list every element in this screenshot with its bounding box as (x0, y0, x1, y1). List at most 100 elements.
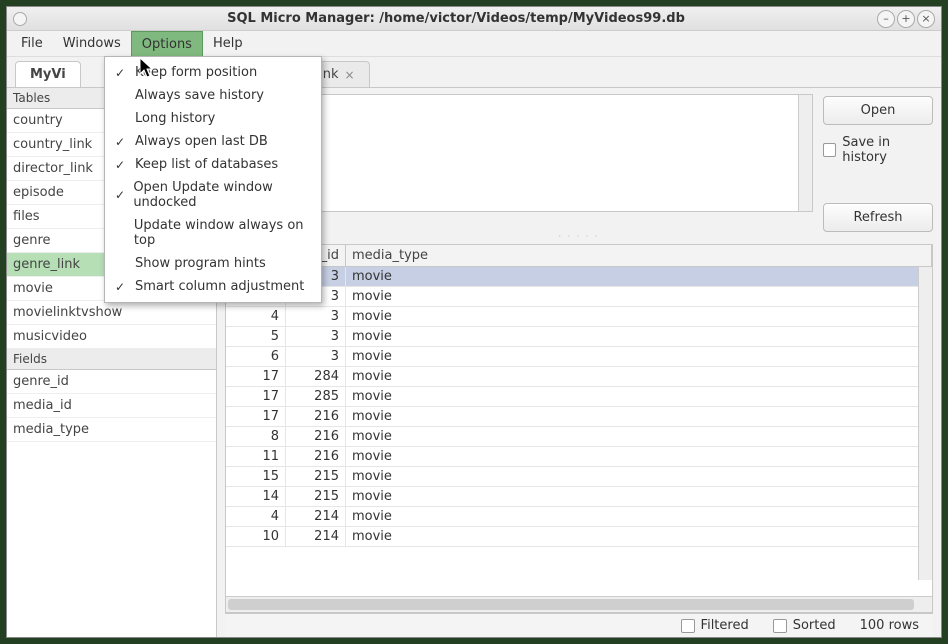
table-row[interactable]: 14215movie (226, 487, 932, 507)
cell-media-id[interactable]: 216 (286, 427, 346, 446)
maximize-button[interactable]: + (897, 10, 915, 28)
options-menu-label: Always save history (135, 88, 264, 103)
cell-media-type[interactable]: movie (346, 487, 932, 506)
cell-media-id[interactable]: 3 (286, 307, 346, 326)
table-row[interactable]: 10214movie (226, 527, 932, 547)
right-pane: * nre_link 00; Open Save in history Refr… (217, 88, 941, 637)
titlebar: SQL Micro Manager: /home/victor/Videos/t… (7, 7, 941, 31)
options-menu-item[interactable]: ✓Open Update window undocked (105, 176, 321, 214)
options-menu-item[interactable]: ✓Smart column adjustment (105, 275, 321, 298)
filtered-row[interactable]: Filtered (681, 618, 749, 633)
cell-media-id[interactable]: 215 (286, 487, 346, 506)
sorted-row[interactable]: Sorted (773, 618, 836, 633)
cell-media-type[interactable]: movie (346, 287, 932, 306)
cell-media-id[interactable]: 214 (286, 527, 346, 546)
window-menu-icon[interactable] (13, 12, 27, 26)
col-header-type[interactable]: media_type (346, 245, 932, 266)
field-item[interactable]: genre_id (7, 370, 216, 394)
options-menu-item[interactable]: ✓Keep form position (105, 61, 321, 84)
menu-help[interactable]: Help (203, 31, 253, 56)
cell-media-type[interactable]: movie (346, 347, 932, 366)
cell-genre-id[interactable]: 10 (226, 527, 286, 546)
cell-media-id[interactable]: 216 (286, 447, 346, 466)
cell-genre-id[interactable]: 14 (226, 487, 286, 506)
refresh-button[interactable]: Refresh (823, 203, 933, 232)
cell-media-type[interactable]: movie (346, 527, 932, 546)
options-menu-item[interactable]: Always save history (105, 84, 321, 107)
cell-genre-id[interactable]: 15 (226, 467, 286, 486)
table-row[interactable]: 15215movie (226, 467, 932, 487)
cell-media-type[interactable]: movie (346, 447, 932, 466)
sorted-checkbox[interactable] (773, 619, 787, 633)
cell-genre-id[interactable]: 17 (226, 407, 286, 426)
field-item[interactable]: media_type (7, 418, 216, 442)
table-row[interactable]: 53movie (226, 327, 932, 347)
cell-genre-id[interactable]: 4 (226, 507, 286, 526)
table-row[interactable]: 8216movie (226, 427, 932, 447)
cell-media-type[interactable]: movie (346, 367, 932, 386)
sql-scrollbar[interactable] (798, 95, 812, 211)
cell-genre-id[interactable]: 17 (226, 367, 286, 386)
grid-hscrollbar[interactable] (226, 596, 932, 612)
cell-media-id[interactable]: 285 (286, 387, 346, 406)
save-in-history-row[interactable]: Save in history (823, 135, 933, 165)
menubar: File Windows Options Help (7, 31, 941, 57)
sorted-label: Sorted (793, 618, 836, 633)
table-item[interactable]: movielinktvshow (7, 301, 216, 325)
menu-file[interactable]: File (11, 31, 53, 56)
table-row[interactable]: 63movie (226, 347, 932, 367)
check-icon: ✓ (115, 158, 127, 172)
options-menu-item[interactable]: Show program hints (105, 252, 321, 275)
filtered-checkbox[interactable] (681, 619, 695, 633)
options-menu-item[interactable]: Update window always on top (105, 214, 321, 252)
menu-windows[interactable]: Windows (53, 31, 131, 56)
cell-genre-id[interactable]: 17 (226, 387, 286, 406)
cell-genre-id[interactable]: 6 (226, 347, 286, 366)
close-button[interactable]: × (917, 10, 935, 28)
table-row[interactable]: 17216movie (226, 407, 932, 427)
table-row[interactable]: 43movie (226, 307, 932, 327)
cell-genre-id[interactable]: 8 (226, 427, 286, 446)
cell-media-type[interactable]: movie (346, 387, 932, 406)
options-menu-item[interactable]: Long history (105, 107, 321, 130)
cell-media-id[interactable]: 3 (286, 327, 346, 346)
tab-primary[interactable]: MyVi (15, 61, 81, 87)
field-item[interactable]: media_id (7, 394, 216, 418)
cell-media-type[interactable]: movie (346, 467, 932, 486)
splitter-grip[interactable]: · · · · · (225, 232, 933, 240)
table-row[interactable]: 4214movie (226, 507, 932, 527)
table-row[interactable]: 11216movie (226, 447, 932, 467)
grid-vscrollbar[interactable] (918, 267, 932, 580)
table-item[interactable]: musicvideo (7, 325, 216, 349)
cell-media-id[interactable]: 284 (286, 367, 346, 386)
table-row[interactable]: 17284movie (226, 367, 932, 387)
cell-genre-id[interactable]: 5 (226, 327, 286, 346)
options-menu-item[interactable]: ✓Always open last DB (105, 130, 321, 153)
minimize-button[interactable]: – (877, 10, 895, 28)
cell-media-type[interactable]: movie (346, 327, 932, 346)
cell-media-type[interactable]: movie (346, 427, 932, 446)
cell-genre-id[interactable]: 4 (226, 307, 286, 326)
menu-options[interactable]: Options (131, 31, 203, 56)
options-menu-item[interactable]: ✓Keep list of databases (105, 153, 321, 176)
cell-media-id[interactable]: 215 (286, 467, 346, 486)
cell-media-id[interactable]: 3 (286, 347, 346, 366)
table-row[interactable]: 17285movie (226, 387, 932, 407)
options-menu-label: Open Update window undocked (133, 180, 311, 210)
cell-media-id[interactable]: 214 (286, 507, 346, 526)
cell-media-type[interactable]: movie (346, 267, 932, 286)
table-row[interactable]: 33movie (226, 267, 932, 287)
fields-list[interactable]: genre_idmedia_idmedia_type (7, 370, 216, 637)
open-button[interactable]: Open (823, 96, 933, 125)
cell-media-type[interactable]: movie (346, 507, 932, 526)
grid-body[interactable]: 33movie33movie43movie53movie63movie17284… (226, 267, 932, 596)
cell-media-type[interactable]: movie (346, 307, 932, 326)
cell-media-id[interactable]: 216 (286, 407, 346, 426)
close-tab-icon[interactable]: × (345, 68, 355, 82)
cell-genre-id[interactable]: 11 (226, 447, 286, 466)
window-controls: – + × (877, 10, 935, 28)
cell-media-type[interactable]: movie (346, 407, 932, 426)
save-in-history-checkbox[interactable] (823, 143, 836, 157)
table-row[interactable]: 33movie (226, 287, 932, 307)
options-dropdown[interactable]: ✓Keep form position Always save history Lo… (104, 56, 322, 303)
